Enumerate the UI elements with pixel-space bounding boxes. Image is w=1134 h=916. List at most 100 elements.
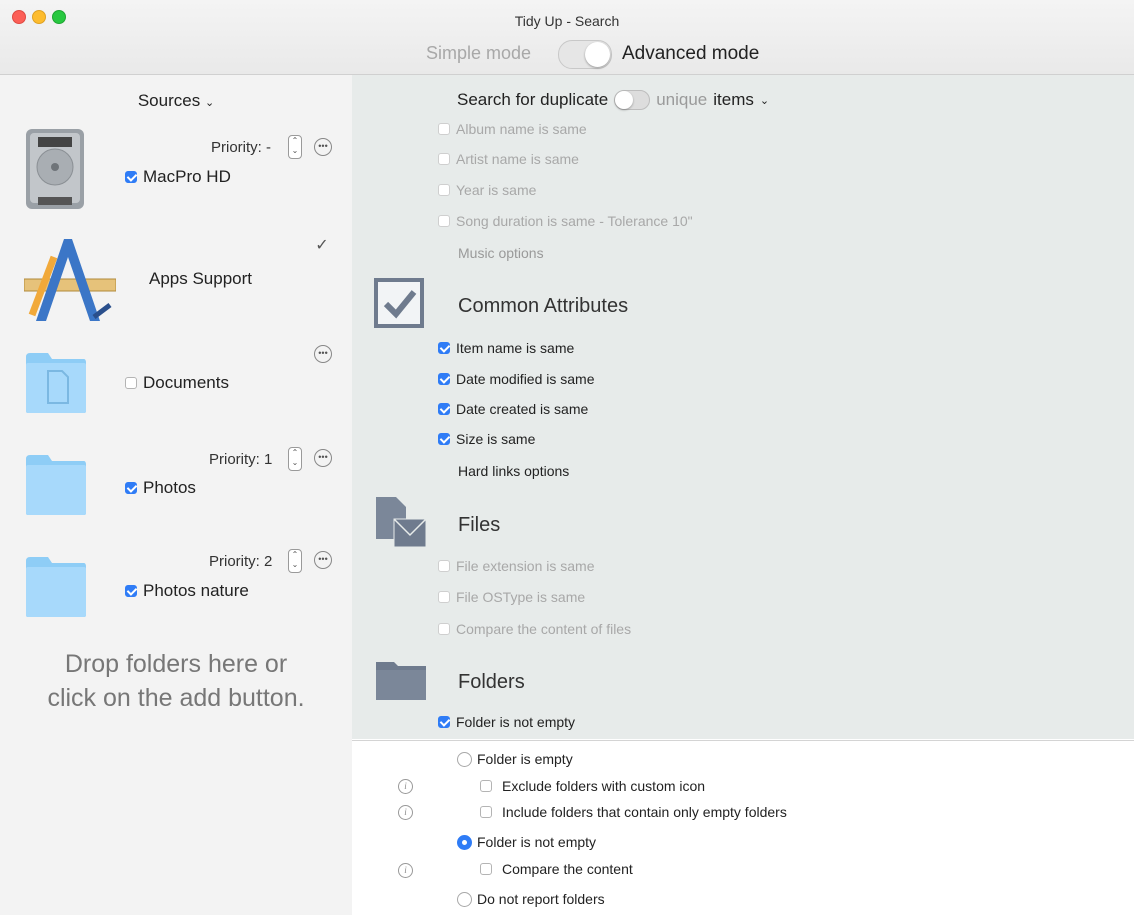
folder-options-panel: Folder is empty i Exclude folders with c… [352, 740, 1134, 916]
criteria-checkbox[interactable] [438, 373, 450, 385]
criteria-checkbox[interactable] [438, 153, 450, 165]
source-item-documents[interactable]: ••• Documents [0, 345, 352, 455]
radio-button[interactable] [457, 751, 472, 767]
option-label: Exclude folders with custom icon [502, 778, 706, 794]
priority-label: Priority: 2 [209, 553, 273, 570]
source-name: Photos [143, 478, 196, 497]
criteria-panel: Search for duplicate unique items ⌄ Album… [352, 75, 1134, 739]
source-name: Documents [143, 373, 229, 392]
criteria-row[interactable]: Artist name is same [438, 151, 579, 167]
option-label: Folder is not empty [477, 834, 597, 850]
criteria-row[interactable]: Item name is same [438, 340, 574, 356]
criteria-label: Year is same [456, 182, 537, 198]
sources-menu[interactable]: Sources ⌄ [0, 91, 352, 111]
include-only-empty-option[interactable]: Include folders that contain only empty … [480, 804, 787, 820]
criteria-checkbox[interactable] [438, 716, 450, 728]
more-options-icon[interactable]: ••• [314, 345, 332, 363]
criteria-label: Song duration is same - Tolerance 10" [456, 213, 693, 229]
option-checkbox[interactable] [480, 863, 492, 875]
option-label: Folder is empty [477, 751, 573, 767]
drop-hint-line1: Drop folders here or [64, 650, 288, 678]
radio-button[interactable] [457, 834, 472, 850]
source-label[interactable]: Documents [125, 373, 229, 393]
drop-folders-hint: Drop folders here or click on the add bu… [0, 647, 352, 715]
folder-empty-option[interactable]: Folder is empty [457, 751, 573, 767]
more-options-icon[interactable]: ••• [314, 551, 332, 569]
info-icon[interactable]: i [398, 863, 413, 878]
criteria-checkbox[interactable] [438, 403, 450, 415]
source-checkbox[interactable] [125, 377, 137, 389]
priority-stepper[interactable]: ⌃ ⌄ [288, 549, 302, 573]
hard-drive-icon [26, 129, 84, 209]
folder-not-empty-option[interactable]: Folder is not empty [457, 834, 596, 850]
unique-label[interactable]: unique [656, 90, 707, 110]
criteria-checkbox[interactable] [438, 123, 450, 135]
hard-links-options-link[interactable]: Hard links options [458, 463, 569, 479]
more-options-icon[interactable]: ••• [314, 138, 332, 156]
folder-icon [26, 557, 86, 617]
criteria-checkbox[interactable] [438, 623, 450, 635]
criteria-row[interactable]: Date created is same [438, 401, 588, 417]
criteria-checkbox[interactable] [438, 342, 450, 354]
option-label: Compare the content [502, 861, 633, 877]
criteria-row[interactable]: File extension is same [438, 558, 595, 574]
compare-content-option[interactable]: Compare the content [480, 861, 633, 877]
criteria-label: Date modified is same [456, 371, 595, 387]
source-checkbox[interactable] [125, 585, 137, 597]
source-item-apps-support[interactable]: ✓ Apps Support [0, 235, 352, 345]
duplicate-unique-toggle[interactable] [614, 90, 651, 110]
priority-stepper[interactable]: ⌃ ⌄ [288, 135, 302, 159]
common-attributes-title: Common Attributes [458, 295, 629, 317]
criteria-checkbox[interactable] [438, 591, 450, 603]
criteria-checkbox[interactable] [438, 184, 450, 196]
priority-label: Priority: - [211, 139, 271, 156]
criteria-checkbox[interactable] [438, 560, 450, 572]
info-icon[interactable]: i [398, 805, 413, 820]
criteria-row[interactable]: Date modified is same [438, 371, 595, 387]
chevron-down-icon[interactable]: ⌄ [760, 94, 769, 107]
mode-toggle[interactable] [558, 40, 612, 69]
criteria-row[interactable]: Year is same [438, 182, 536, 198]
option-checkbox[interactable] [480, 806, 492, 818]
source-checkbox[interactable] [125, 171, 137, 183]
drop-hint-line2: click on the add button. [47, 684, 305, 712]
source-label[interactable]: Photos [125, 478, 196, 498]
criteria-row[interactable]: Compare the content of files [438, 621, 631, 637]
criteria-label: File OSType is same [456, 589, 586, 605]
sources-sidebar: Sources ⌄ Priority: - ⌃ ⌄ ••• MacPro HD ✓… [0, 75, 352, 915]
info-icon[interactable]: i [398, 779, 413, 794]
source-item-photos-nature[interactable]: Priority: 2 ⌃ ⌄ ••• Photos nature [0, 549, 352, 659]
documents-folder-icon [26, 353, 86, 413]
priority-stepper[interactable]: ⌃ ⌄ [288, 447, 302, 471]
file-envelope-icon [376, 497, 427, 548]
source-name: Photos nature [143, 581, 249, 600]
criteria-label: File extension is same [456, 558, 595, 574]
exclude-custom-icon-option[interactable]: Exclude folders with custom icon [480, 778, 705, 794]
criteria-row[interactable]: Size is same [438, 431, 535, 447]
radio-button[interactable] [457, 891, 472, 907]
criteria-row[interactable]: Folder is not empty [438, 714, 575, 730]
criteria-checkbox[interactable] [438, 215, 450, 227]
items-menu[interactable]: items [713, 90, 754, 110]
simple-mode-label[interactable]: Simple mode [426, 43, 531, 64]
criteria-row[interactable]: Song duration is same - Tolerance 10" [438, 213, 693, 229]
option-label: Do not report folders [477, 891, 605, 907]
do-not-report-option[interactable]: Do not report folders [457, 891, 605, 907]
criteria-label: Size is same [456, 431, 536, 447]
source-name: MacPro HD [143, 167, 231, 186]
criteria-row[interactable]: Album name is same [438, 121, 587, 137]
more-options-icon[interactable]: ••• [314, 449, 332, 467]
criteria-checkbox[interactable] [438, 433, 450, 445]
folder-icon [26, 455, 86, 515]
criteria-label: Album name is same [456, 121, 587, 137]
option-checkbox[interactable] [480, 780, 492, 792]
source-checkbox[interactable] [125, 482, 137, 494]
advanced-mode-label[interactable]: Advanced mode [622, 43, 759, 65]
music-options-link[interactable]: Music options [458, 245, 544, 261]
source-item-macpro-hd[interactable]: Priority: - ⌃ ⌄ ••• MacPro HD [0, 127, 352, 237]
source-item-photos[interactable]: Priority: 1 ⌃ ⌄ ••• Photos [0, 445, 352, 555]
source-label[interactable]: MacPro HD [125, 167, 231, 187]
criteria-row[interactable]: File OSType is same [438, 589, 585, 605]
folders-title: Folders [458, 671, 525, 693]
source-label[interactable]: Photos nature [125, 581, 249, 601]
